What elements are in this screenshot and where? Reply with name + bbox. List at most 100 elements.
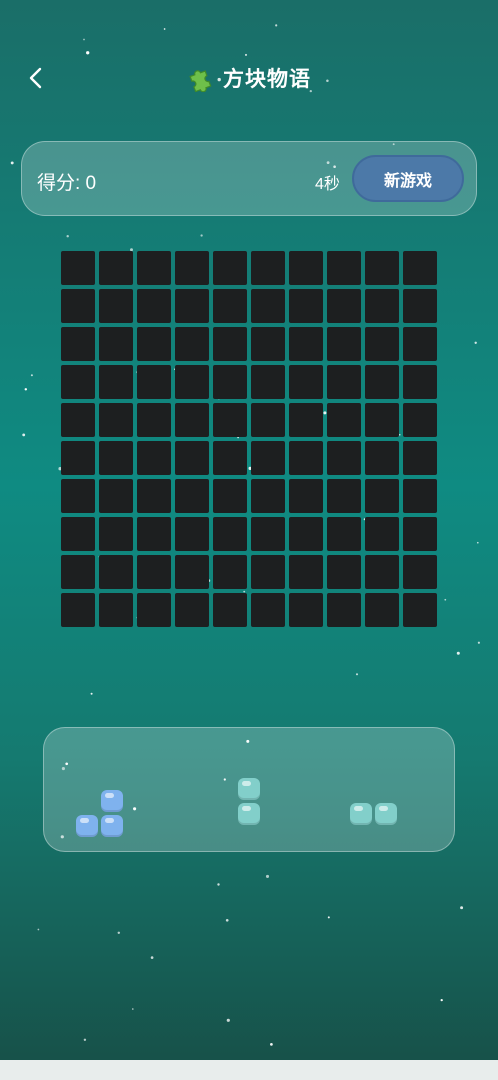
board-cell[interactable] xyxy=(213,251,247,285)
board-cell[interactable] xyxy=(289,403,323,437)
board-cell[interactable] xyxy=(365,441,399,475)
board-cell[interactable] xyxy=(137,365,171,399)
board-cell[interactable] xyxy=(251,555,285,589)
board-cell[interactable] xyxy=(403,555,437,589)
board-cell[interactable] xyxy=(251,403,285,437)
board-cell[interactable] xyxy=(137,441,171,475)
board-cell[interactable] xyxy=(213,289,247,323)
board-cell[interactable] xyxy=(175,517,209,551)
board-cell[interactable] xyxy=(327,289,361,323)
board-cell[interactable] xyxy=(327,593,361,627)
board-cell[interactable] xyxy=(99,289,133,323)
board-cell[interactable] xyxy=(99,593,133,627)
board-cell[interactable] xyxy=(175,327,209,361)
board-cell[interactable] xyxy=(327,403,361,437)
board-cell[interactable] xyxy=(213,555,247,589)
board-cell[interactable] xyxy=(251,517,285,551)
board-cell[interactable] xyxy=(175,289,209,323)
board-cell[interactable] xyxy=(61,327,95,361)
board-cell[interactable] xyxy=(289,365,323,399)
board-cell[interactable] xyxy=(137,517,171,551)
board-cell[interactable] xyxy=(251,479,285,513)
board-cell[interactable] xyxy=(251,441,285,475)
board-cell[interactable] xyxy=(403,365,437,399)
board-cell[interactable] xyxy=(175,555,209,589)
board-cell[interactable] xyxy=(61,403,95,437)
board-cell[interactable] xyxy=(175,441,209,475)
board-cell[interactable] xyxy=(289,441,323,475)
board-cell[interactable] xyxy=(137,327,171,361)
board-cell[interactable] xyxy=(327,517,361,551)
board-cell[interactable] xyxy=(61,289,95,323)
board-cell[interactable] xyxy=(251,327,285,361)
board-cell[interactable] xyxy=(61,555,95,589)
board-cell[interactable] xyxy=(289,251,323,285)
board-cell[interactable] xyxy=(327,555,361,589)
board-cell[interactable] xyxy=(251,251,285,285)
board-cell[interactable] xyxy=(213,593,247,627)
board-cell[interactable] xyxy=(251,593,285,627)
board-cell[interactable] xyxy=(99,517,133,551)
board-cell[interactable] xyxy=(365,327,399,361)
board-cell[interactable] xyxy=(213,403,247,437)
board-cell[interactable] xyxy=(327,479,361,513)
board-cell[interactable] xyxy=(327,365,361,399)
board-cell[interactable] xyxy=(251,289,285,323)
board-cell[interactable] xyxy=(99,479,133,513)
board-cell[interactable] xyxy=(137,289,171,323)
board-cell[interactable] xyxy=(175,251,209,285)
board-cell[interactable] xyxy=(213,365,247,399)
board-cell[interactable] xyxy=(99,441,133,475)
board-cell[interactable] xyxy=(61,517,95,551)
board-cell[interactable] xyxy=(99,365,133,399)
board-cell[interactable] xyxy=(403,289,437,323)
board-cell[interactable] xyxy=(365,251,399,285)
board-cell[interactable] xyxy=(289,593,323,627)
board-cell[interactable] xyxy=(61,441,95,475)
board-cell[interactable] xyxy=(365,403,399,437)
board-cell[interactable] xyxy=(61,365,95,399)
board-cell[interactable] xyxy=(403,593,437,627)
board-cell[interactable] xyxy=(137,479,171,513)
board-cell[interactable] xyxy=(365,479,399,513)
board-cell[interactable] xyxy=(327,327,361,361)
board-cell[interactable] xyxy=(365,517,399,551)
board-cell[interactable] xyxy=(99,555,133,589)
board-cell[interactable] xyxy=(99,403,133,437)
new-game-button[interactable]: 新游戏 xyxy=(352,155,464,202)
board-cell[interactable] xyxy=(137,555,171,589)
board-cell[interactable] xyxy=(175,365,209,399)
board-cell[interactable] xyxy=(137,403,171,437)
board-cell[interactable] xyxy=(61,479,95,513)
board-cell[interactable] xyxy=(137,593,171,627)
board-cell[interactable] xyxy=(403,517,437,551)
board-cell[interactable] xyxy=(251,365,285,399)
board-cell[interactable] xyxy=(213,327,247,361)
board-cell[interactable] xyxy=(175,593,209,627)
board-cell[interactable] xyxy=(327,441,361,475)
board-cell[interactable] xyxy=(365,593,399,627)
board-cell[interactable] xyxy=(99,327,133,361)
board-cell[interactable] xyxy=(289,555,323,589)
board-cell[interactable] xyxy=(213,441,247,475)
board-cell[interactable] xyxy=(289,289,323,323)
board-cell[interactable] xyxy=(99,251,133,285)
board-cell[interactable] xyxy=(403,479,437,513)
board-cell[interactable] xyxy=(289,517,323,551)
board-cell[interactable] xyxy=(175,479,209,513)
board-cell[interactable] xyxy=(61,593,95,627)
board-cell[interactable] xyxy=(137,251,171,285)
board-cell[interactable] xyxy=(175,403,209,437)
board-cell[interactable] xyxy=(365,555,399,589)
board-cell[interactable] xyxy=(403,441,437,475)
board-cell[interactable] xyxy=(213,517,247,551)
board-cell[interactable] xyxy=(403,403,437,437)
board-cell[interactable] xyxy=(365,365,399,399)
board-cell[interactable] xyxy=(365,289,399,323)
board-cell[interactable] xyxy=(327,251,361,285)
board-cell[interactable] xyxy=(289,479,323,513)
board-cell[interactable] xyxy=(61,251,95,285)
board-cell[interactable] xyxy=(213,479,247,513)
board-cell[interactable] xyxy=(403,251,437,285)
board-cell[interactable] xyxy=(289,327,323,361)
